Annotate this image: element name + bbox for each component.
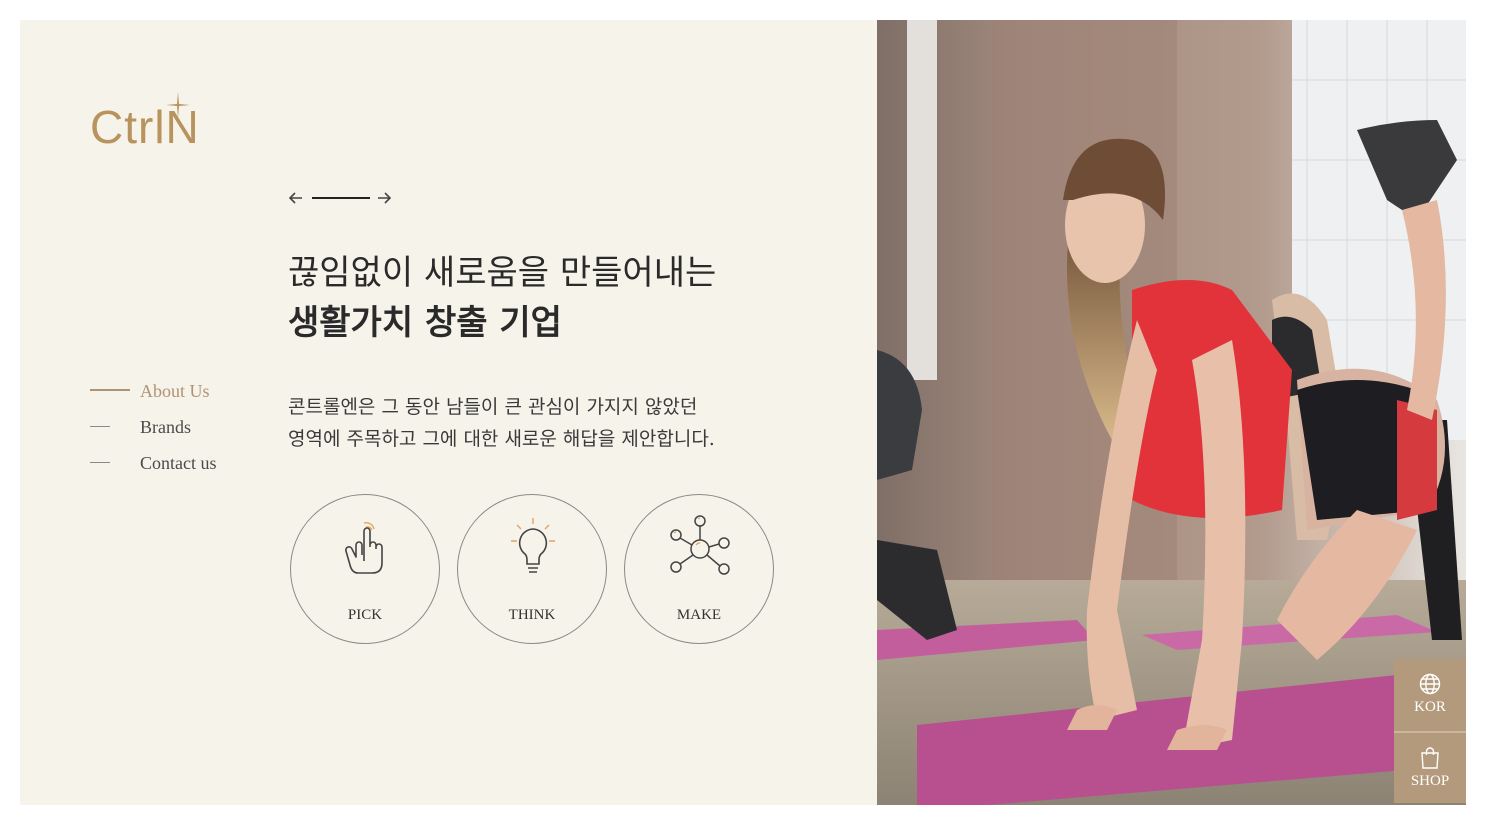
globe-icon xyxy=(1419,673,1441,695)
language-button[interactable]: KOR xyxy=(1394,659,1466,731)
headline-line-2: 생활가치 창출 기업 xyxy=(288,303,562,343)
hero-photo xyxy=(877,20,1466,805)
nav-item-about-us[interactable]: About Us xyxy=(90,380,217,416)
arrow-right-icon[interactable] xyxy=(376,188,392,208)
brand-logo[interactable]: CtrlN xyxy=(90,92,230,162)
headline-line-1: 끊임없이 새로움을 만들어내는 xyxy=(288,253,717,293)
quick-buttons: KOR SHOP xyxy=(1394,659,1466,805)
nav-item-contact-us[interactable]: Contact us xyxy=(90,452,217,488)
network-nodes-icon xyxy=(670,515,730,575)
nav-item-label: Contact us xyxy=(140,453,217,473)
description-line-1: 콘트롤엔은 그 동안 남들이 큰 관심이 가지지 않았던 xyxy=(288,396,698,418)
slider-controls xyxy=(288,188,398,208)
nav-item-label: Brands xyxy=(140,417,191,437)
value-label: PICK xyxy=(347,607,383,623)
nav-item-label: About Us xyxy=(140,381,210,401)
value-label: THINK xyxy=(508,607,556,623)
shopping-bag-icon xyxy=(1421,747,1439,769)
value-circle-pick: PICK xyxy=(290,494,440,644)
value-circle-think: THINK xyxy=(457,494,607,644)
nav-dash xyxy=(90,462,110,463)
slider-progress-line xyxy=(312,197,370,199)
hero-description: 콘트롤엔은 그 동안 남들이 큰 관심이 가지지 않았던 영역에 주목하고 그에… xyxy=(288,391,808,455)
side-nav: About Us Brands Contact us xyxy=(90,380,217,488)
value-label: MAKE xyxy=(676,607,722,623)
fitness-photo-illustration xyxy=(877,20,1466,805)
shop-button[interactable]: SHOP xyxy=(1394,731,1466,803)
pointing-hand-icon xyxy=(345,522,383,574)
sparkle-icon xyxy=(166,92,190,118)
arrow-left-icon[interactable] xyxy=(288,188,304,208)
nav-item-brands[interactable]: Brands xyxy=(90,416,217,452)
hero-headline: 끊임없이 새로움을 만들어내는 생활가치 창출 기업 xyxy=(288,248,716,348)
nav-dash xyxy=(90,389,130,391)
value-circle-make: MAKE xyxy=(624,494,774,644)
description-line-2: 영역에 주목하고 그에 대한 새로운 해답을 제안합니다. xyxy=(288,428,715,450)
intro-panel: CtrlN 끊임없이 새로움을 만들어내는 생활가치 창출 기업 콘트롤엔은 그… xyxy=(20,20,877,805)
shop-label: SHOP xyxy=(1410,773,1450,789)
lightbulb-icon xyxy=(511,518,555,573)
nav-dash xyxy=(90,426,110,427)
language-label: KOR xyxy=(1414,699,1446,715)
